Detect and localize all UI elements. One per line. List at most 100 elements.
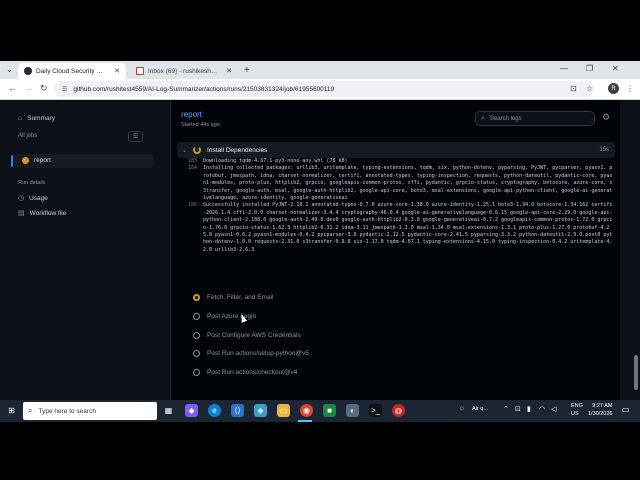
sidebar-item-report[interactable]: report <box>22 157 51 164</box>
search-placeholder: Search logs <box>489 115 522 122</box>
terminal-icon[interactable]: >_ <box>369 404 382 417</box>
gmail-favicon-icon <box>136 67 144 75</box>
app-icon-gray[interactable]: ◐ <box>346 404 359 417</box>
step-install-dependencies[interactable]: ⌄ Install Dependencies 15s <box>177 142 615 158</box>
log-text: Downloading tqdm-4.67.1-py3-none-any.whl… <box>203 158 348 164</box>
run-details-label: Run details <box>18 180 46 186</box>
windows-taskbar: ⊞ ⌕ Type here to search ▦ ◆ e ⟨⟩ ◈ ▭ ◉ ■… <box>0 400 640 422</box>
step-name: Fetch, Filter, and Email <box>207 294 274 301</box>
step-name: Post Run actions/checkout@v4 <box>207 369 298 376</box>
job-sidebar: ⌂ Summary All jobs ☰ report Run details … <box>0 100 160 400</box>
log-line: 183 Downloading tqdm-4.67.1-py3-none-any… <box>177 158 615 165</box>
pending-icon <box>193 369 200 376</box>
bookmark-star-icon[interactable]: ☆ <box>586 84 593 93</box>
browser-tab-active[interactable]: Daily Cloud Security Monitor · ... ✕ <box>18 63 126 79</box>
taskbar-clock[interactable]: 9:27 AM 1/30/2026 <box>588 403 612 418</box>
tray-overflow-icon[interactable]: ⌃ <box>503 405 509 413</box>
app-icon-red[interactable]: ◍ <box>392 404 405 417</box>
queued-icon <box>193 294 200 301</box>
search-logs-input[interactable]: ⌕ Search logs <box>475 111 595 126</box>
pending-icon <box>193 350 200 357</box>
back-arrow-icon[interactable]: ← <box>8 83 17 93</box>
step-fetch-filter-email[interactable]: Fetch, Filter, and Email <box>193 294 273 301</box>
home-icon: ⌂ <box>18 115 23 122</box>
log-text: Installing collected packages: urllib3, … <box>203 165 613 202</box>
file-icon: ▤ <box>18 210 25 217</box>
line-number[interactable]: 183 <box>177 158 203 165</box>
install-app-icon[interactable]: ⊡ <box>570 84 577 93</box>
browser-tab-bar: ⌄ Daily Cloud Security Monitor · ... ✕ I… <box>0 61 640 79</box>
line-number[interactable]: 184 <box>177 165 203 202</box>
browser-tab-inbox[interactable]: Inbox (69) - rushikeshnikam.w... ✕ <box>130 63 238 79</box>
job-log-panel: report Started 44s ago ⌕ Search logs ⚙ ⌄… <box>170 100 620 400</box>
minimize-button[interactable]: — <box>560 64 568 73</box>
log-line: 186 Successfully installed PyJWT-2.10.1 … <box>177 202 615 254</box>
language-indicator[interactable]: ENG US <box>571 403 583 418</box>
step-post-setup-python[interactable]: Post Run actions/setup-python@v5 <box>193 350 309 357</box>
file-explorer-icon[interactable]: ▭ <box>277 404 290 417</box>
taskbar-search-placeholder: Type here to search <box>38 407 96 415</box>
close-window-button[interactable]: ✕ <box>612 64 619 73</box>
sidebar-item-label: Summary <box>27 115 56 122</box>
tab-close-icon[interactable]: ✕ <box>114 67 120 75</box>
github-favicon-icon <box>24 67 32 75</box>
weather-text[interactable]: Air q... <box>472 406 488 412</box>
sidebar-item-workflow-file[interactable]: ▤ Workflow file <box>18 209 67 218</box>
weather-icon[interactable]: ☼ <box>458 403 465 412</box>
battery-icon[interactable]: ▮ <box>527 405 531 413</box>
lang-code: ENG <box>571 403 583 409</box>
job-started-time: Started 44s ago <box>181 122 220 128</box>
profile-avatar[interactable]: R <box>608 83 619 94</box>
url-text: github.com/rushitest4559/AI-Log-Summariz… <box>73 85 335 93</box>
search-icon: ⌕ <box>481 114 485 122</box>
tab-search-icon[interactable]: ⌄ <box>6 65 13 74</box>
volume-icon[interactable]: ◁ <box>551 405 556 413</box>
sidebar-item-label: Workflow file <box>29 209 67 217</box>
active-job-indicator <box>11 155 13 167</box>
wifi-icon[interactable]: ◠ <box>539 405 545 413</box>
app-icon[interactable]: ◈ <box>254 404 267 417</box>
search-icon: ⌕ <box>28 406 33 415</box>
step-post-configure-aws[interactable]: Post Configure AWS Credentials <box>193 332 301 339</box>
tab-title: Inbox (69) - rushikeshnikam.w... <box>148 67 220 75</box>
pending-icon <box>193 332 200 339</box>
tab-close-icon[interactable]: ✕ <box>226 67 232 75</box>
page-scrollbar[interactable] <box>632 100 640 400</box>
maximize-button[interactable]: ❐ <box>586 64 593 73</box>
forward-arrow-icon[interactable]: → <box>24 83 33 93</box>
chrome-icon[interactable]: ◉ <box>300 404 313 417</box>
network-icon[interactable]: ⊡ <box>515 405 521 413</box>
vscode-icon[interactable]: ⟨⟩ <box>231 404 244 417</box>
github-actions-page: ⌂ Summary All jobs ☰ report Run details … <box>0 100 640 400</box>
region-code: US <box>571 410 579 417</box>
site-info-icon[interactable]: ☰ <box>62 86 67 93</box>
clock-time: 9:27 AM <box>592 403 613 409</box>
chevron-down-icon: ⌄ <box>182 147 188 154</box>
browser-menu-icon[interactable]: ⋮ <box>626 84 634 93</box>
step-post-checkout[interactable]: Post Run actions/checkout@v4 <box>193 369 297 376</box>
app-icon-green[interactable]: ■ <box>323 404 336 417</box>
gear-icon[interactable]: ⚙ <box>602 112 610 123</box>
edge-icon[interactable]: e <box>208 404 221 417</box>
taskbar-search-input[interactable]: ⌕ Type here to search <box>23 402 157 420</box>
scrollbar-thumb[interactable] <box>634 355 638 390</box>
url-field[interactable]: ☰ github.com/rushitest4559/AI-Log-Summar… <box>54 81 594 97</box>
sidebar-item-label: report <box>34 157 51 164</box>
sidebar-item-summary[interactable]: ⌂ Summary <box>18 115 55 122</box>
notifications-icon[interactable]: ▭ <box>622 405 630 414</box>
new-tab-button[interactable]: + <box>244 65 250 76</box>
reload-icon[interactable]: ↻ <box>40 83 48 94</box>
copilot-icon[interactable]: ◆ <box>185 404 198 417</box>
in-progress-spinner-icon <box>193 146 202 154</box>
line-number[interactable]: 186 <box>177 202 203 254</box>
filter-icon[interactable]: ☰ <box>128 131 143 142</box>
step-name: Post Run actions/setup-python@v5 <box>207 350 309 357</box>
step-name: Install Dependencies <box>207 146 268 154</box>
step-name: Post Configure AWS Credentials <box>207 332 301 339</box>
sidebar-item-usage[interactable]: ◷ Usage <box>18 194 48 203</box>
all-jobs-label: All jobs <box>18 133 38 139</box>
windows-start-icon[interactable]: ⊞ <box>5 404 18 417</box>
active-app-indicator <box>298 420 312 422</box>
task-view-icon[interactable]: ▦ <box>162 404 175 417</box>
tab-title: Daily Cloud Security Monitor · ... <box>36 67 109 75</box>
